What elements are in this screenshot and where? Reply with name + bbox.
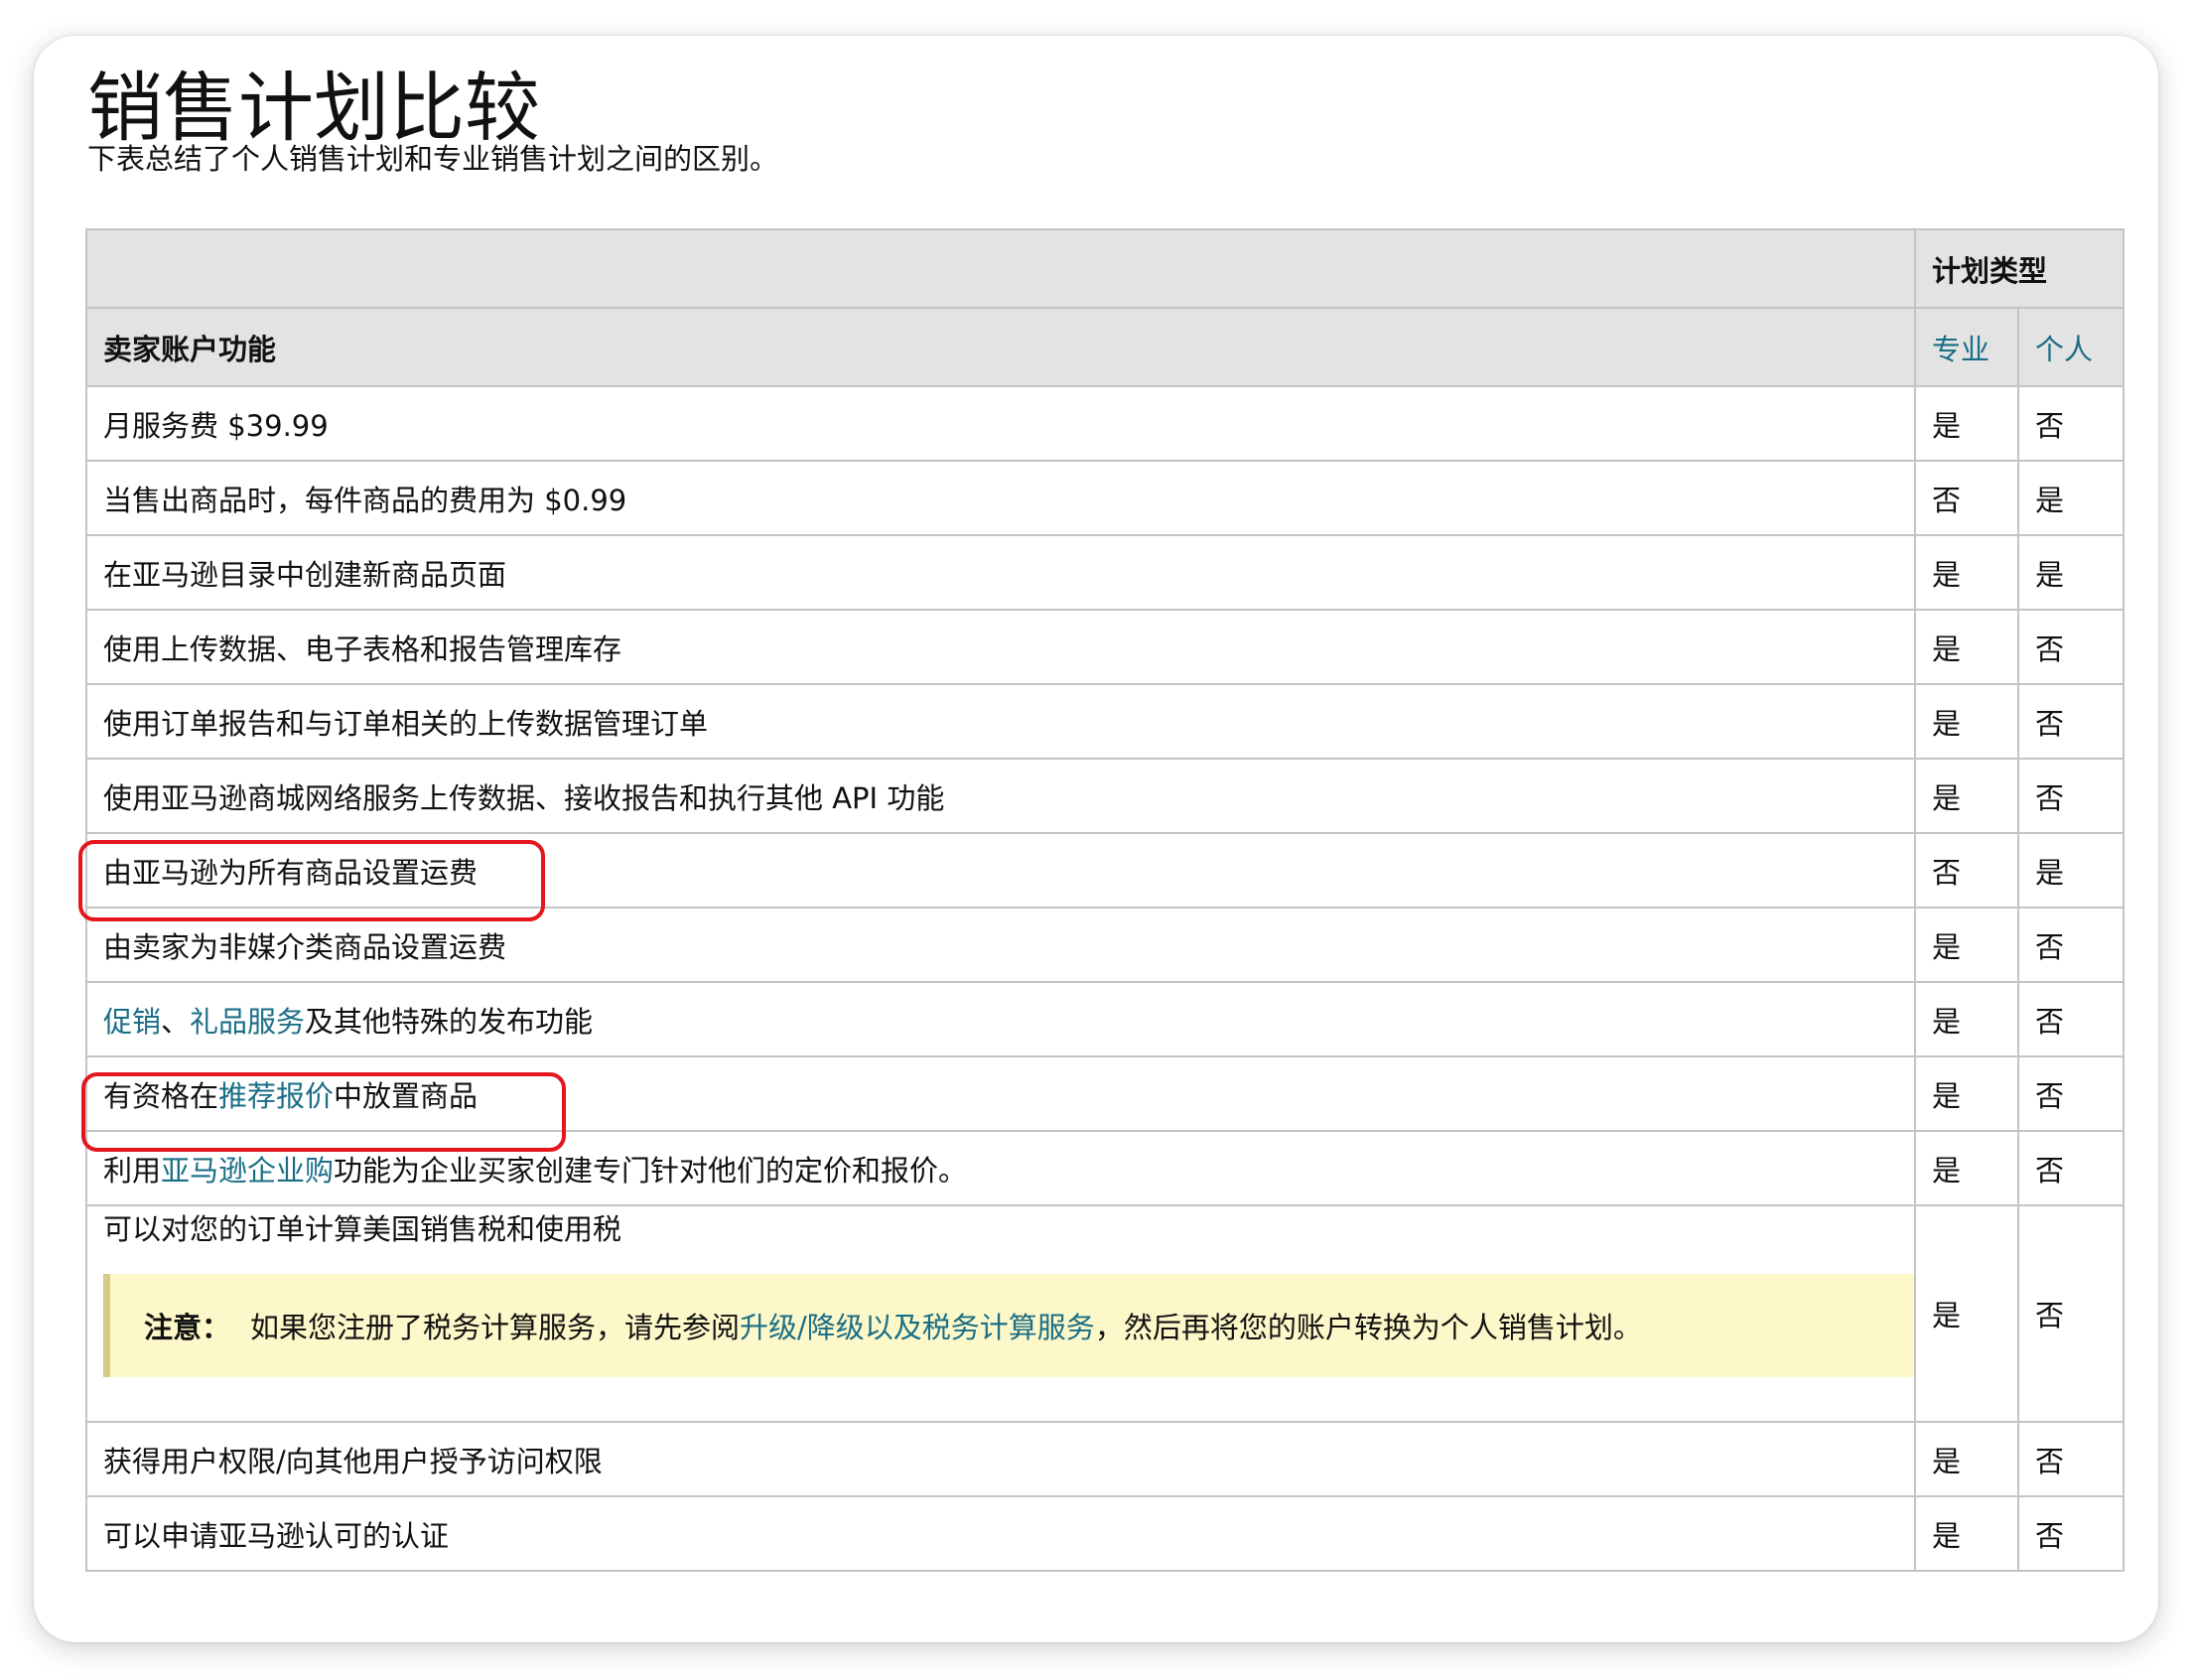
table-row: 月服务费 $39.99 是 否 — [85, 385, 2125, 462]
comparison-card: 销售计划比较 下表总结了个人销售计划和专业销售计划之间的区别。 计划类型 卖家账… — [34, 36, 2158, 1642]
individual-cell: 否 — [2016, 1204, 2125, 1423]
feature-text: 有资格在 — [103, 1078, 219, 1113]
table-row: 在亚马逊目录中创建新商品页面 是 是 — [85, 534, 2125, 611]
feature-text: 功能为企业买家创建专门针对他们的定价和报价。 — [334, 1153, 968, 1188]
header-row-columns: 卖家账户功能 专业 个人 — [85, 307, 2125, 387]
individual-cell: 否 — [2016, 683, 2125, 760]
feature-cell: 可以对您的订单计算美国销售税和使用税 注意： 如果您注册了税务计算服务，请先参阅升… — [85, 1204, 1916, 1423]
individual-cell: 是 — [2016, 534, 2125, 611]
feature-text: 利用 — [103, 1153, 162, 1188]
feature-cell: 利用亚马逊企业购功能为企业买家创建专门针对他们的定价和报价。 — [85, 1130, 1916, 1206]
page-subtitle: 下表总结了个人销售计划和专业销售计划之间的区别。 — [87, 142, 779, 176]
individual-cell: 是 — [2016, 460, 2125, 536]
note-text: ，然后再将您的账户转换为个人销售计划。 — [1094, 1311, 1642, 1344]
pro-cell: 是 — [1914, 907, 2019, 983]
individual-plan-link[interactable]: 个人 — [2035, 333, 2093, 366]
pro-cell: 是 — [1914, 981, 2019, 1057]
feature-cell: 可以申请亚马逊认可的认证 — [85, 1495, 1916, 1572]
feature-cell: 使用亚马逊商城网络服务上传数据、接收报告和执行其他 API 功能 — [85, 758, 1916, 834]
plan-comparison-table: 计划类型 卖家账户功能 专业 个人 月服务费 $39.99 是 否 当售出商品时… — [85, 228, 2125, 1572]
individual-cell: 否 — [2016, 981, 2125, 1057]
table-row: 使用订单报告和与订单相关的上传数据管理订单 是 否 — [85, 683, 2125, 760]
note-box: 注意： 如果您注册了税务计算服务，请先参阅 升级/降级以及税务计算服务 ，然后再将您的… — [103, 1274, 1914, 1377]
header-pro: 专业 — [1914, 307, 2019, 387]
feature-text: 可以对您的订单计算美国销售税和使用税 — [103, 1212, 622, 1246]
amazon-business-link[interactable]: 亚马逊企业购 — [161, 1154, 334, 1188]
pro-cell: 是 — [1914, 534, 2019, 611]
pro-plan-link[interactable]: 专业 — [1932, 333, 1989, 366]
pro-cell: 是 — [1914, 758, 2019, 834]
individual-cell: 否 — [2016, 1421, 2125, 1497]
feature-cell: 有资格在推荐报价中放置商品 — [85, 1055, 1916, 1132]
pro-cell: 是 — [1914, 1421, 2019, 1497]
table-row: 当售出商品时，每件商品的费用为 $0.99 否 是 — [85, 460, 2125, 536]
feature-cell: 使用订单报告和与订单相关的上传数据管理订单 — [85, 683, 1916, 760]
promotions-link[interactable]: 促销 — [103, 1005, 161, 1039]
feature-cell: 由卖家为非媒介类商品设置运费 — [85, 907, 1916, 983]
pro-cell: 是 — [1914, 1055, 2019, 1132]
table-row: 有资格在推荐报价中放置商品 是 否 — [85, 1055, 2125, 1132]
header-plan-type: 计划类型 — [1913, 228, 2125, 309]
pro-cell: 是 — [1914, 1204, 2019, 1423]
note-label: 注意： — [144, 1311, 231, 1344]
individual-cell: 是 — [2016, 832, 2125, 909]
table-row: 由卖家为非媒介类商品设置运费 是 否 — [85, 907, 2125, 983]
individual-cell: 否 — [2016, 907, 2125, 983]
feature-cell: 获得用户权限/向其他用户授予访问权限 — [85, 1421, 1916, 1497]
feature-cell: 在亚马逊目录中创建新商品页面 — [85, 534, 1916, 611]
table-row: 可以申请亚马逊认可的认证 是 否 — [85, 1495, 2125, 1572]
header-empty-cell — [85, 228, 1916, 309]
pro-cell: 是 — [1914, 683, 2019, 760]
gift-services-link[interactable]: 礼品服务 — [190, 1005, 305, 1039]
tax-service-link[interactable]: 升级/降级以及税务计算服务 — [740, 1305, 1095, 1346]
pro-cell: 是 — [1914, 1130, 2019, 1206]
feature-text: 中放置商品 — [334, 1078, 479, 1113]
individual-cell: 否 — [2016, 609, 2125, 685]
pro-cell: 是 — [1914, 385, 2019, 462]
note-text: 如果您注册了税务计算服务，请先参阅 — [250, 1311, 741, 1344]
individual-cell: 否 — [2016, 385, 2125, 462]
table-row: 获得用户权限/向其他用户授予访问权限 是 否 — [85, 1421, 2125, 1497]
pro-cell: 否 — [1914, 832, 2019, 909]
feature-cell: 由亚马逊为所有商品设置运费 — [85, 832, 1916, 909]
individual-cell: 否 — [2016, 1495, 2125, 1572]
pro-cell: 否 — [1914, 460, 2019, 536]
table-row: 使用亚马逊商城网络服务上传数据、接收报告和执行其他 API 功能 是 否 — [85, 758, 2125, 834]
table-row: 使用上传数据、电子表格和报告管理库存 是 否 — [85, 609, 2125, 685]
feature-cell: 促销、礼品服务及其他特殊的发布功能 — [85, 981, 1916, 1057]
individual-cell: 否 — [2016, 758, 2125, 834]
pro-cell: 是 — [1914, 609, 2019, 685]
individual-cell: 否 — [2016, 1055, 2125, 1132]
table-row-tax: 可以对您的订单计算美国销售税和使用税 注意： 如果您注册了税务计算服务，请先参阅升… — [85, 1204, 2125, 1423]
feature-cell: 当售出商品时，每件商品的费用为 $0.99 — [85, 460, 1916, 536]
featured-offer-link[interactable]: 推荐报价 — [218, 1079, 334, 1113]
feature-separator: 、 — [161, 1004, 191, 1039]
feature-cell: 使用上传数据、电子表格和报告管理库存 — [85, 609, 1916, 685]
feature-text: 及其他特殊的发布功能 — [305, 1004, 594, 1039]
feature-cell: 月服务费 $39.99 — [85, 385, 1916, 462]
header-row-plan-type: 计划类型 — [85, 228, 2125, 309]
pro-cell: 是 — [1914, 1495, 2019, 1572]
header-individual: 个人 — [2016, 307, 2125, 387]
table-row: 由亚马逊为所有商品设置运费 否 是 — [85, 832, 2125, 909]
table-row: 利用亚马逊企业购功能为企业买家创建专门针对他们的定价和报价。 是 否 — [85, 1130, 2125, 1206]
table-row: 促销、礼品服务及其他特殊的发布功能 是 否 — [85, 981, 2125, 1057]
header-feature: 卖家账户功能 — [85, 307, 1916, 387]
individual-cell: 否 — [2016, 1130, 2125, 1206]
